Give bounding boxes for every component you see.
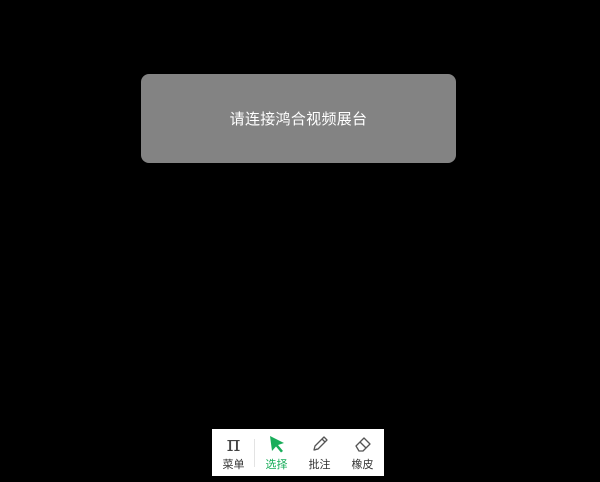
bottom-toolbar: π 菜单 选择 批注 橡皮 bbox=[212, 429, 384, 476]
select-button[interactable]: 选择 bbox=[255, 429, 298, 476]
menu-label: 菜单 bbox=[222, 458, 245, 471]
pencil-icon bbox=[309, 433, 331, 455]
connection-notice: 请连接鸿合视频展台 bbox=[141, 74, 456, 163]
eraser-button[interactable]: 橡皮 bbox=[341, 429, 384, 476]
annotate-label: 批注 bbox=[308, 458, 331, 471]
eraser-icon bbox=[352, 433, 374, 455]
select-label: 选择 bbox=[265, 458, 288, 471]
menu-button[interactable]: π 菜单 bbox=[212, 429, 255, 476]
eraser-label: 橡皮 bbox=[351, 458, 374, 471]
pi-icon: π bbox=[226, 432, 241, 456]
notice-message: 请连接鸿合视频展台 bbox=[229, 110, 368, 128]
cursor-arrow-icon bbox=[266, 433, 288, 455]
camera-viewer: 请连接鸿合视频展台 π 菜单 选择 批注 橡皮 bbox=[0, 0, 600, 482]
annotate-button[interactable]: 批注 bbox=[298, 429, 341, 476]
